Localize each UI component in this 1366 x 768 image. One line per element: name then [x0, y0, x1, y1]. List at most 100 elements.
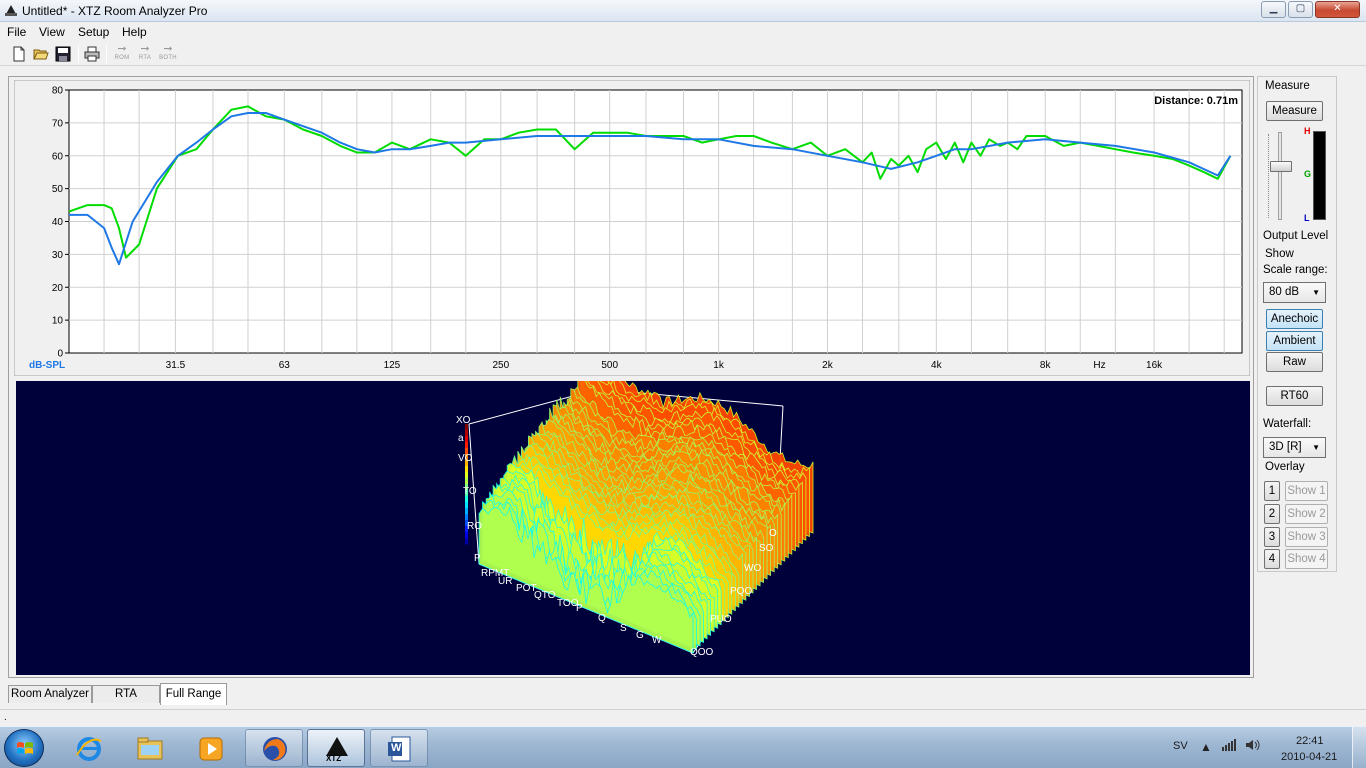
- menu-setup[interactable]: Setup: [78, 25, 109, 39]
- waterfall-time-axis-label: WO: [744, 563, 761, 574]
- waterfall-frequency-axis-label: QTO: [534, 590, 556, 601]
- waterfall-label: Waterfall:: [1263, 418, 1312, 430]
- tab-room-analyzer[interactable]: Room Analyzer: [8, 685, 92, 703]
- rom-mode-label: ROM: [114, 55, 130, 61]
- network-signal-icon[interactable]: [1221, 739, 1237, 751]
- y-tick-label: 0: [57, 349, 63, 360]
- media-player-icon: [199, 737, 223, 761]
- menu-file[interactable]: File: [7, 25, 26, 39]
- open-folder-icon[interactable]: [32, 45, 50, 63]
- scale-range-select[interactable]: 80 dB ▼: [1263, 282, 1326, 303]
- waterfall-frequency-axis-label: P: [576, 603, 583, 614]
- waterfall-frequency-axis-label: Q: [598, 613, 606, 624]
- x-tick-label: 31.5: [166, 360, 186, 371]
- y-tick-label: 80: [52, 86, 64, 97]
- waterfall-color-scale: [465, 538, 468, 545]
- waterfall-select[interactable]: 3D [R] ▼: [1263, 437, 1326, 458]
- anechoic-button[interactable]: Anechoic: [1266, 309, 1323, 329]
- rta-mode-button[interactable]: ➞ RTA: [134, 44, 156, 64]
- show-hidden-icons-icon[interactable]: ▲: [1200, 740, 1212, 754]
- taskbar-xtz-room-analyzer[interactable]: XTZ: [307, 729, 365, 767]
- overlay-2-button[interactable]: 2: [1264, 504, 1280, 524]
- menu-help[interactable]: Help: [122, 25, 147, 39]
- arrow-right-icon: ➞: [163, 43, 173, 55]
- show-2-button[interactable]: Show 2: [1285, 504, 1328, 524]
- show-4-button[interactable]: Show 4: [1285, 549, 1328, 569]
- save-disk-icon[interactable]: [54, 45, 72, 63]
- taskbar-media-player[interactable]: [182, 729, 240, 767]
- taskbar-internet-explorer[interactable]: [60, 729, 118, 767]
- internet-explorer-icon: [76, 737, 102, 761]
- measure-button[interactable]: Measure: [1266, 101, 1323, 121]
- x-tick-label: 2k: [822, 360, 834, 371]
- x-tick-label: 16k: [1146, 360, 1163, 371]
- scale-range-value: 80 dB: [1269, 286, 1300, 298]
- tray-icons[interactable]: ▲: [1200, 739, 1261, 754]
- rt60-button[interactable]: RT60: [1266, 386, 1323, 406]
- waterfall-frequency-axis-label: G: [636, 630, 644, 641]
- level-meter: [1313, 131, 1326, 220]
- toolbar-separator: [106, 45, 107, 63]
- show-1-button[interactable]: Show 1: [1285, 481, 1328, 501]
- x-tick-label: 4k: [931, 360, 943, 371]
- show-3-button[interactable]: Show 3: [1285, 527, 1328, 547]
- waterfall-color-scale: [465, 466, 468, 473]
- ambient-button[interactable]: Ambient: [1266, 331, 1323, 351]
- close-button[interactable]: ✕: [1315, 1, 1360, 18]
- waterfall-vertical-axis-label: XO: [456, 415, 471, 426]
- rom-mode-button[interactable]: ➞ ROM: [111, 44, 133, 64]
- show-desktop-button[interactable]: [1352, 727, 1366, 768]
- waterfall-time-axis-label: SO: [759, 543, 774, 554]
- arrow-right-icon: ➞: [140, 43, 150, 55]
- maximize-button[interactable]: ▢: [1288, 1, 1313, 18]
- view-tabs: Room Analyzer RTA Full Range: [0, 683, 1366, 707]
- x-tick-label: 250: [492, 360, 509, 371]
- y-axis-label: dB-SPL: [29, 360, 65, 371]
- waterfall-frequency-axis-label: W: [652, 635, 662, 646]
- overlay-1-button[interactable]: 1: [1264, 481, 1280, 501]
- arrow-right-icon: ➞: [117, 43, 127, 55]
- clock-time[interactable]: 22:41: [1296, 735, 1324, 747]
- windows-logo-icon: [17, 742, 33, 754]
- taskbar-firefox[interactable]: [245, 729, 303, 767]
- y-tick-label: 70: [52, 118, 64, 129]
- measure-group-label: Measure: [1265, 80, 1310, 92]
- x-tick-label: 500: [601, 360, 618, 371]
- toolbar-separator: [78, 45, 79, 63]
- taskbar-windows-explorer[interactable]: [121, 729, 179, 767]
- print-icon[interactable]: [83, 45, 101, 63]
- volume-icon[interactable]: [1245, 739, 1261, 751]
- output-level-slider[interactable]: [1270, 161, 1292, 172]
- x-tick-label: 125: [384, 360, 401, 371]
- windows-taskbar: XTZ W SV ▲ 22:41 2010-04-21: [0, 726, 1366, 768]
- tab-full-range[interactable]: Full Range: [160, 683, 227, 705]
- menu-view[interactable]: View: [39, 25, 65, 39]
- waterfall-frequency-axis-label: UR: [498, 576, 512, 587]
- xtz-app-icon: [5, 5, 17, 16]
- waterfall-vertical-axis-label: a: [458, 433, 464, 444]
- new-document-icon[interactable]: [10, 45, 28, 63]
- raw-button[interactable]: Raw: [1266, 352, 1323, 372]
- clock-date[interactable]: 2010-04-21: [1281, 751, 1337, 763]
- x-tick-label: 63: [279, 360, 291, 371]
- window-title: Untitled* - XTZ Room Analyzer Pro: [22, 4, 208, 18]
- language-indicator[interactable]: SV: [1173, 740, 1188, 752]
- both-mode-button[interactable]: ➞ BOTH: [157, 44, 179, 64]
- waterfall-color-scale: [465, 436, 468, 443]
- overlay-4-button[interactable]: 4: [1264, 549, 1280, 569]
- start-button[interactable]: [4, 729, 44, 767]
- tab-rta[interactable]: RTA: [92, 685, 160, 703]
- overlay-3-button[interactable]: 3: [1264, 527, 1280, 547]
- x-tick-label: 8k: [1040, 360, 1052, 371]
- waterfall-color-scale: [465, 478, 468, 485]
- overlay-group-label: Overlay: [1265, 461, 1305, 473]
- title-bar: Untitled* - XTZ Room Analyzer Pro ▁ ▢ ✕: [0, 0, 1366, 22]
- waterfall-color-scale: [465, 532, 468, 539]
- status-text: .: [4, 712, 7, 723]
- waterfall-time-axis-label: PQO: [730, 586, 752, 597]
- waterfall-value: 3D [R]: [1269, 441, 1302, 453]
- taskbar-word[interactable]: W: [370, 729, 428, 767]
- minimize-button[interactable]: ▁: [1261, 1, 1286, 18]
- distance-annotation: Distance: 0.71m: [1154, 95, 1238, 107]
- y-tick-label: 60: [52, 151, 64, 162]
